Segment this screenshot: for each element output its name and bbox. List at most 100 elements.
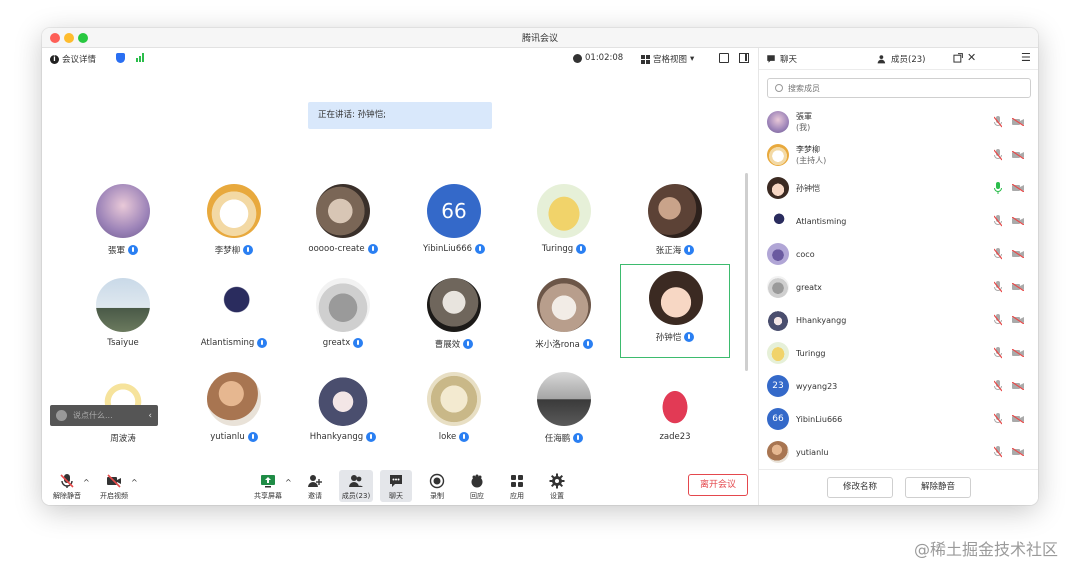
participant-tile[interactable]: 米小洛rona	[509, 270, 619, 362]
camera-off-icon[interactable]	[1012, 118, 1024, 126]
network-status[interactable]	[136, 53, 144, 62]
muted-mic-icon[interactable]	[994, 116, 1002, 128]
rename-button[interactable]: 修改名称	[827, 477, 893, 498]
participant-tile[interactable]: 曹展效	[399, 270, 509, 362]
participant-tile[interactable]: zade23	[620, 364, 730, 456]
view-mode-dropdown[interactable]: 宫格视图 ▾	[641, 53, 694, 65]
settings-label: 设置	[550, 492, 564, 500]
participant-tile[interactable]: yutianlu	[179, 364, 289, 456]
caret-up-icon[interactable]: ^	[285, 478, 292, 487]
close-panel-button[interactable]: ✕	[967, 51, 976, 64]
avatar	[207, 372, 261, 426]
member-row[interactable]: 66 YibinLiu666	[767, 404, 1031, 434]
participant-tile-active-speaker[interactable]: 孙钟恺	[620, 264, 730, 358]
muted-mic-icon[interactable]	[994, 281, 1002, 293]
participant-tile[interactable]: Hhankyangg	[288, 364, 398, 456]
muted-mic-icon[interactable]	[994, 380, 1002, 392]
record-button[interactable]: 录制	[423, 470, 451, 502]
apps-grid-icon	[511, 475, 523, 487]
member-row[interactable]: Turingg	[767, 338, 1031, 368]
participant-tile[interactable]: loke	[399, 364, 509, 456]
collapse-chevron-icon[interactable]: ‹	[148, 411, 152, 421]
meeting-info-button[interactable]: i 会议详情	[50, 53, 96, 65]
avatar	[649, 271, 703, 325]
record-label: 录制	[430, 492, 444, 500]
caret-up-icon[interactable]: ^	[83, 478, 90, 487]
tab-members[interactable]: 成员(23)	[877, 53, 925, 65]
leave-meeting-button[interactable]: 离开会议	[688, 474, 748, 496]
react-button[interactable]: 回应	[463, 470, 491, 502]
unmute-button[interactable]: 解除静音	[50, 470, 84, 502]
grid-scrollbar[interactable]	[745, 173, 748, 371]
member-search[interactable]	[767, 78, 1031, 98]
camera-off-icon[interactable]	[1012, 382, 1024, 390]
member-row[interactable]: 張軍 (我)	[767, 107, 1031, 137]
muted-mic-icon[interactable]	[994, 413, 1002, 425]
mic-icon	[353, 338, 364, 348]
muted-mic-icon[interactable]	[994, 347, 1002, 359]
camera-off-icon[interactable]	[1012, 184, 1024, 192]
camera-off-icon[interactable]	[1012, 151, 1024, 159]
security-button[interactable]	[116, 53, 125, 63]
participant-name: 張軍	[107, 246, 125, 256]
members-icon	[877, 55, 886, 64]
member-row[interactable]: Hhankyangg	[767, 305, 1031, 335]
window-title: 腾讯会议	[521, 34, 558, 44]
muted-mic-icon[interactable]	[994, 215, 1002, 227]
muted-mic-icon[interactable]	[994, 314, 1002, 326]
invite-button[interactable]: 邀请	[301, 470, 329, 502]
mic-icon	[243, 245, 254, 255]
participant-tile[interactable]: 李梦柳	[179, 176, 289, 268]
member-row[interactable]: 孙钟恺	[767, 173, 1031, 203]
tab-chat[interactable]: 聊天	[766, 53, 797, 65]
member-row[interactable]: 李梦柳 (主持人)	[767, 140, 1031, 170]
camera-off-icon[interactable]	[1012, 448, 1024, 456]
mic-speaking-icon[interactable]	[994, 182, 1002, 194]
member-row[interactable]: 23 wyyang23	[767, 371, 1031, 401]
participant-tile[interactable]: Turingg	[509, 176, 619, 268]
camera-off-icon[interactable]	[1012, 316, 1024, 324]
member-search-input[interactable]	[788, 83, 988, 93]
camera-off-icon[interactable]	[1012, 217, 1024, 225]
settings-button[interactable]: 设置	[543, 470, 571, 502]
fullscreen-icon	[719, 53, 729, 63]
member-row[interactable]: Atlantisming	[767, 206, 1031, 236]
members-button[interactable]: 成员(23)	[339, 470, 373, 502]
participant-tile[interactable]: Atlantisming	[179, 270, 289, 362]
participant-tile[interactable]: 張軍	[68, 176, 178, 268]
participant-tile[interactable]: Tsaiyue	[68, 270, 178, 362]
emoji-icon[interactable]	[56, 410, 67, 421]
camera-off-icon[interactable]	[1012, 283, 1024, 291]
camera-off-icon[interactable]	[1012, 415, 1024, 423]
participant-tile[interactable]: ooooo-create	[288, 176, 398, 268]
panel-menu-button[interactable]: ☰	[1021, 51, 1031, 64]
share-screen-button[interactable]: 共享屏幕	[251, 470, 285, 502]
member-row[interactable]: coco	[767, 239, 1031, 269]
search-icon	[775, 84, 783, 92]
member-row[interactable]: yutianlu	[767, 437, 1031, 467]
avatar	[207, 278, 261, 332]
camera-off-icon[interactable]	[1012, 250, 1024, 258]
chat-button[interactable]: 聊天	[380, 470, 412, 502]
start-video-button[interactable]: 开启视频	[97, 470, 131, 502]
fullscreen-button[interactable]	[719, 53, 729, 63]
muted-mic-icon[interactable]	[994, 446, 1002, 458]
member-row[interactable]: greatx	[767, 272, 1031, 302]
top-toolbar: i 会议详情 01:02:08 宫格视图 ▾	[42, 48, 758, 70]
participant-tile[interactable]: 任海鹏	[509, 364, 619, 456]
mic-icon	[576, 244, 587, 254]
participant-tile[interactable]: greatx	[288, 270, 398, 362]
popout-panel-button[interactable]	[953, 53, 963, 63]
avatar	[767, 276, 789, 298]
participant-tile[interactable]: 66 YibinLiu666	[399, 176, 509, 268]
unmute-all-button[interactable]: 解除静音	[905, 477, 971, 498]
muted-mic-icon[interactable]	[994, 149, 1002, 161]
hand-icon	[471, 474, 483, 488]
apps-button[interactable]: 应用	[503, 470, 531, 502]
participant-tile[interactable]: 张正海	[620, 176, 730, 268]
quick-chat-input[interactable]: 说点什么... ‹	[50, 405, 158, 426]
caret-up-icon[interactable]: ^	[131, 478, 138, 487]
camera-off-icon[interactable]	[1012, 349, 1024, 357]
toggle-sidebar-button[interactable]	[739, 53, 749, 63]
muted-mic-icon[interactable]	[994, 248, 1002, 260]
